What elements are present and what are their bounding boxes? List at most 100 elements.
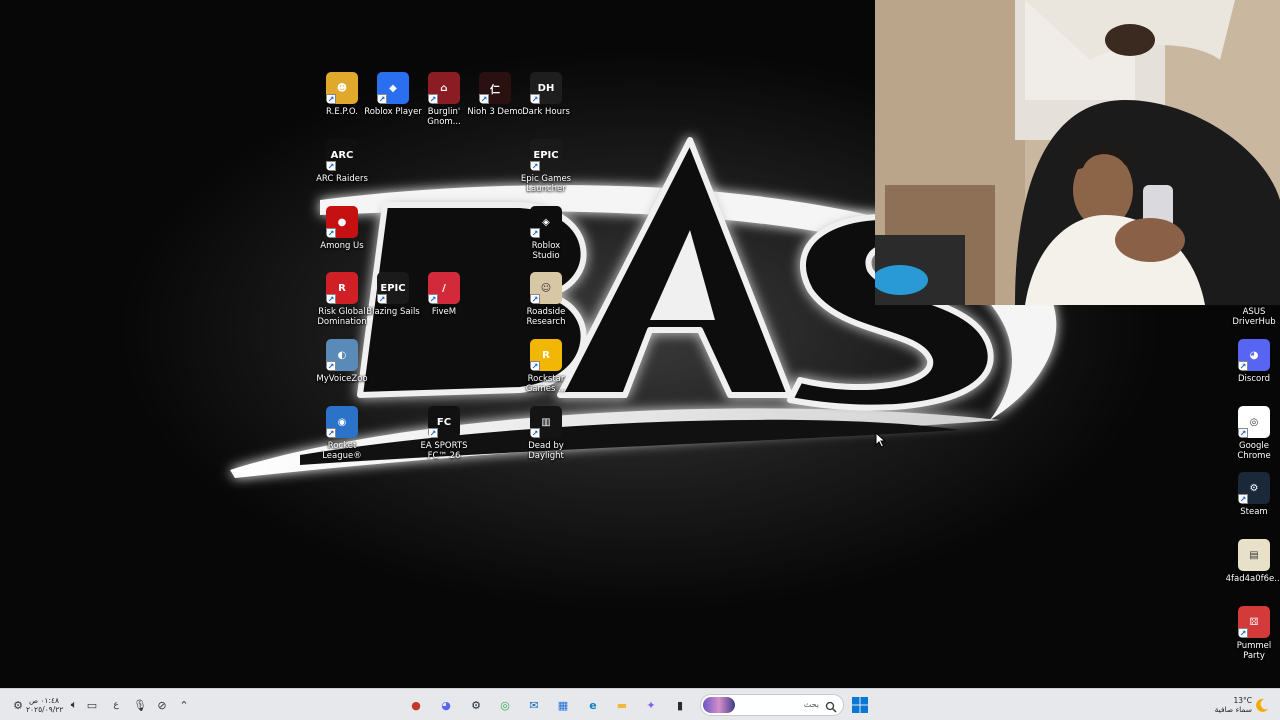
speaker-icon[interactable]: 🔈︎ bbox=[64, 695, 84, 715]
shortcut-arrow-icon: ↗ bbox=[1238, 361, 1248, 371]
desktop-icon-burglin-gnomes[interactable]: ⌂ ↗ Burglin' Gnom... bbox=[415, 72, 473, 127]
desktop-icon-epic-games[interactable]: EPIC ↗ Blazing Sails bbox=[364, 272, 422, 317]
desktop-icon-roblox[interactable]: ◆ ↗ Roblox Player bbox=[364, 72, 422, 117]
ea-fc-icon: FC ↗ bbox=[428, 406, 460, 438]
desktop-icon-repo[interactable]: ☻ ↗ R.E.P.O. bbox=[313, 72, 371, 117]
burglin-gnomes-icon: ⌂ ↗ bbox=[428, 72, 460, 104]
battery-icon[interactable]: ▭ bbox=[82, 695, 102, 715]
nioh-icon: 仁 ↗ bbox=[479, 72, 511, 104]
desktop-icon-myvoicezoo[interactable]: ◐ ↗ MyVoiceZoo bbox=[313, 339, 371, 384]
desktop-icon-label: Among Us bbox=[320, 241, 364, 251]
among-us-icon: ● ↗ bbox=[326, 206, 358, 238]
microphone-icon[interactable]: 🎙︎ bbox=[130, 695, 150, 715]
desktop-icon-steam[interactable]: ⚙ ↗ Steam bbox=[1225, 472, 1280, 517]
shortcut-arrow-icon: ↗ bbox=[428, 94, 438, 104]
taskbar-edge-icon[interactable]: e bbox=[583, 695, 603, 715]
shortcut-arrow-icon: ↗ bbox=[530, 361, 540, 371]
shortcut-arrow-icon: ↗ bbox=[428, 428, 438, 438]
mouse-cursor-icon bbox=[875, 431, 887, 452]
shortcut-arrow-icon: ↗ bbox=[428, 294, 438, 304]
shortcut-arrow-icon: ↗ bbox=[530, 161, 540, 171]
shortcut-arrow-icon: ↗ bbox=[530, 294, 540, 304]
desktop-icon-image-file[interactable]: ▤ 4fad4a0f6e... bbox=[1225, 539, 1280, 584]
desktop-icon-dead-by-daylight[interactable]: ▥ ↗ Dead by Daylight bbox=[517, 406, 575, 461]
desktop-icon-label: FiveM bbox=[431, 307, 457, 317]
shortcut-arrow-icon: ↗ bbox=[326, 161, 336, 171]
desktop-icon-label: R.E.P.O. bbox=[326, 107, 358, 117]
desktop-icon-epic-games[interactable]: EPIC ↗ Epic Games Launcher bbox=[517, 139, 575, 194]
weather-condition: سماء صافية bbox=[1214, 705, 1252, 714]
desktop-icon-risk[interactable]: R ↗ Risk Global Domination bbox=[313, 272, 371, 327]
desktop-icon-roblox-studio[interactable]: ◈ ↗ Roblox Studio bbox=[517, 206, 575, 261]
search-icon bbox=[825, 698, 837, 717]
discord-icon: ◕ ↗ bbox=[1238, 339, 1270, 371]
webcam-overlay bbox=[875, 0, 1280, 305]
desktop-icon-fivem[interactable]: / ↗ FiveM bbox=[415, 272, 473, 317]
desktop-icon-label: ARC Raiders bbox=[316, 174, 368, 184]
desktop-icon-among-us[interactable]: ● ↗ Among Us bbox=[313, 206, 371, 251]
desktop-icon-label: Rocket League® bbox=[322, 441, 362, 461]
epic-games-icon: EPIC ↗ bbox=[530, 139, 562, 171]
image-file-icon: ▤ bbox=[1238, 539, 1270, 571]
desktop-icon-label: EA SPORTS FC™ 26 bbox=[420, 441, 468, 461]
desktop-icon-discord[interactable]: ◕ ↗ Discord bbox=[1225, 339, 1280, 384]
desktop-icon-arc-raiders[interactable]: ARC ↗ ARC Raiders bbox=[313, 139, 371, 184]
desktop-icon-roadside-research[interactable]: ☺ ↗ Roadside Research bbox=[517, 272, 575, 327]
taskbar-terminal-icon[interactable]: ▮ bbox=[670, 695, 690, 715]
taskbar-copilot-icon[interactable]: ✦ bbox=[641, 695, 661, 715]
roblox-studio-icon: ◈ ↗ bbox=[530, 206, 562, 238]
desktop-icon-chrome[interactable]: ◎ ↗ Google Chrome bbox=[1225, 406, 1280, 461]
taskbar-search[interactable]: بحث bbox=[700, 694, 844, 716]
network-off-icon[interactable]: ⊘ bbox=[152, 695, 172, 715]
shortcut-arrow-icon: ↗ bbox=[377, 294, 387, 304]
desktop-icon-label: Dead by Daylight bbox=[528, 441, 564, 461]
pummel-party-icon: ⚄ ↗ bbox=[1238, 606, 1270, 638]
desktop-icon-label: Risk Global Domination bbox=[317, 307, 367, 327]
shortcut-arrow-icon: ↗ bbox=[530, 228, 540, 238]
desktop-icon-dark-hours[interactable]: DH ↗ Dark Hours bbox=[517, 72, 575, 117]
clock-time: ٠١:٤٨ ص bbox=[28, 696, 60, 705]
taskbar-clock[interactable]: ٠١:٤٨ ص ٢٠٢٥/٠٩/٢٢ bbox=[26, 696, 64, 714]
epic-games-icon: EPIC ↗ bbox=[377, 272, 409, 304]
rockstar-icon: R ↗ bbox=[530, 339, 562, 371]
desktop-icon-label: MyVoiceZoo bbox=[316, 374, 368, 384]
settings-gear-icon[interactable]: ⚙ bbox=[8, 695, 28, 715]
language-indicator[interactable]: ع bbox=[106, 695, 126, 715]
shortcut-arrow-icon: ↗ bbox=[1238, 628, 1248, 638]
desktop-icon-label: Roblox Studio bbox=[531, 241, 561, 261]
desktop-icon-pummel-party[interactable]: ⚄ ↗ Pummel Party bbox=[1225, 606, 1280, 661]
shortcut-arrow-icon: ↗ bbox=[326, 94, 336, 104]
desktop-icon-label: Discord bbox=[1238, 374, 1270, 384]
shortcut-arrow-icon: ↗ bbox=[1238, 428, 1248, 438]
desktop-icon-label: Pummel Party bbox=[1236, 641, 1272, 661]
desktop-icon-rockstar[interactable]: R ↗ Rockstar Games ... bbox=[517, 339, 575, 394]
clock-date: ٢٠٢٥/٠٩/٢٢ bbox=[26, 705, 64, 714]
taskbar-record-app-icon[interactable]: ● bbox=[406, 695, 426, 715]
desktop-icon-label: Nioh 3 Demo bbox=[467, 107, 523, 117]
taskbar-discord-icon[interactable]: ◕ bbox=[436, 695, 456, 715]
rocket-league-icon: ◉ ↗ bbox=[326, 406, 358, 438]
desktop-icon-label: Roadside Research bbox=[526, 307, 566, 327]
weather-temp: 13°C bbox=[1233, 696, 1252, 705]
desktop-icon-label: Epic Games Launcher bbox=[520, 174, 572, 194]
desktop-icon-ea-fc[interactable]: FC ↗ EA SPORTS FC™ 26 bbox=[415, 406, 473, 461]
chrome-icon: ◎ ↗ bbox=[1238, 406, 1270, 438]
taskbar-outlook-icon[interactable]: ✉ bbox=[524, 695, 544, 715]
desktop-icon-label: 4fad4a0f6e... bbox=[1225, 574, 1280, 584]
arc-raiders-icon: ARC ↗ bbox=[326, 139, 358, 171]
taskbar-chrome-icon[interactable]: ◎ bbox=[495, 695, 515, 715]
taskbar-store-icon[interactable]: ▦ bbox=[553, 695, 573, 715]
chevron-up-icon[interactable]: ⌃ bbox=[174, 695, 194, 715]
shortcut-arrow-icon: ↗ bbox=[326, 294, 336, 304]
desktop-icon-nioh[interactable]: 仁 ↗ Nioh 3 Demo bbox=[466, 72, 524, 117]
taskbar-file-explorer-icon[interactable]: ▬ bbox=[612, 695, 632, 715]
taskbar: ٠١:٤٨ ص ٢٠٢٥/٠٩/٢٢ ⚙ 🔈︎ ▭ ع 🎙︎ ⊘ ⌃ ● ◕ ⚙ ◎ ✉… bbox=[0, 688, 1280, 720]
shortcut-arrow-icon: ↗ bbox=[377, 94, 387, 104]
roadside-research-icon: ☺ ↗ bbox=[530, 272, 562, 304]
start-button[interactable] bbox=[850, 695, 870, 715]
desktop-icon-rocket-league[interactable]: ◉ ↗ Rocket League® bbox=[313, 406, 371, 461]
shortcut-arrow-icon: ↗ bbox=[1238, 494, 1248, 504]
desktop-icon-label: Dark Hours bbox=[522, 107, 570, 117]
weather-widget[interactable]: 13°C سماء صافية bbox=[1200, 696, 1252, 714]
taskbar-steam-icon[interactable]: ⚙ bbox=[466, 695, 486, 715]
